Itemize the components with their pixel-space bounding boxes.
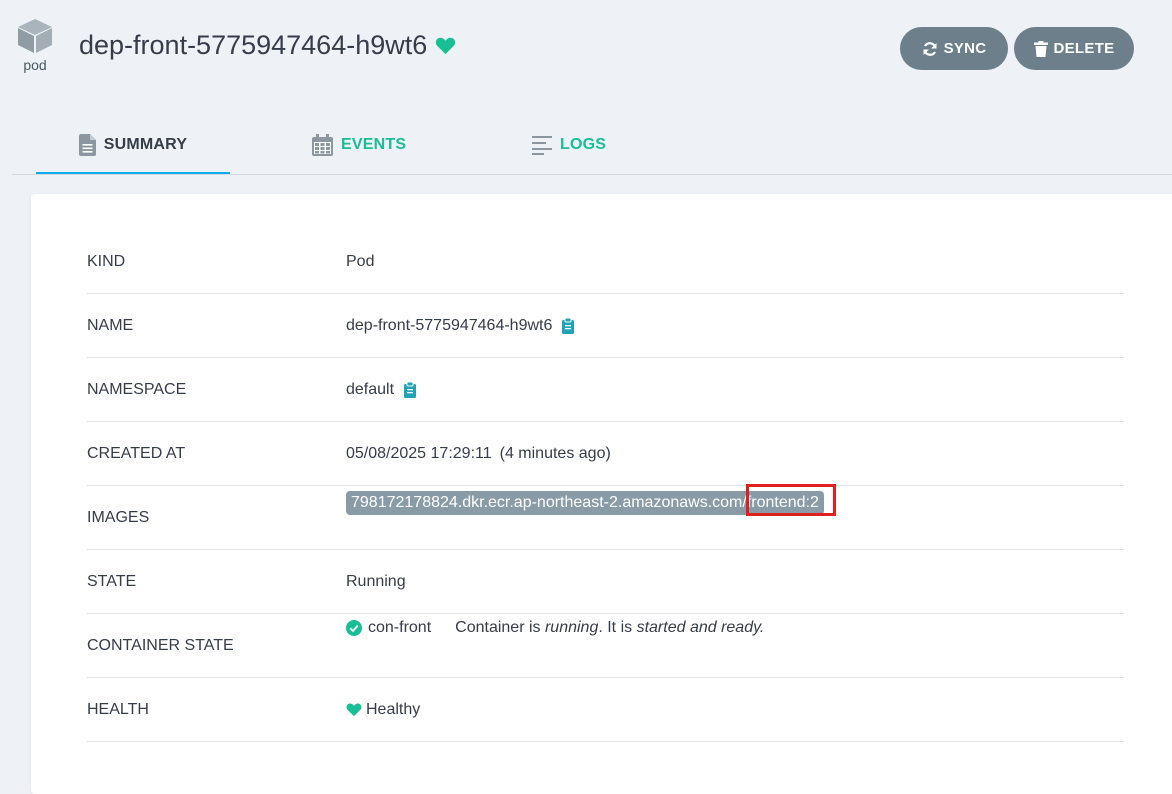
tab-logs[interactable]: LOGS (532, 118, 606, 172)
row-key: NAMESPACE (87, 380, 187, 398)
tab-events[interactable]: EVENTS (312, 118, 406, 172)
summary-panel: KIND Pod NAME dep-front-5775947464-h9wt6… (31, 194, 1172, 794)
sync-icon (923, 41, 937, 56)
sync-button[interactable]: SYNC (900, 27, 1008, 70)
message-prefix: Container is (455, 619, 541, 636)
container-message: Container is running. It is started and … (455, 619, 764, 637)
row-value: Running (346, 572, 406, 590)
created-relative: (4 minutes ago) (499, 444, 611, 462)
row-key: CONTAINER STATE (87, 636, 234, 654)
kind-icon: pod (16, 18, 54, 73)
row-value: default (346, 380, 395, 398)
tab-bar: SUMMARY EVENTS LOGS (12, 118, 1172, 175)
row-key: IMAGES (87, 508, 150, 526)
summary-row-state: STATE Running (87, 550, 1124, 614)
clipboard-icon[interactable] (562, 317, 575, 334)
summary-row-images: IMAGES 798172178824.dkr.ecr.ap-northeast… (87, 484, 1124, 550)
delete-label: DELETE (1053, 40, 1115, 57)
lines-icon (532, 136, 552, 155)
row-value: Pod (346, 252, 375, 270)
trash-icon (1033, 40, 1048, 57)
heart-icon (435, 36, 456, 55)
summary-row-kind: KIND Pod (87, 230, 1124, 294)
created-timestamp: 05/08/2025 17:29:11 (346, 444, 492, 462)
heart-icon (346, 703, 362, 717)
summary-row-namespace: NAMESPACE default (87, 358, 1124, 422)
summary-row-name: NAME dep-front-5775947464-h9wt6 (87, 294, 1124, 358)
clipboard-icon[interactable] (404, 381, 417, 398)
summary-row-container-state: CONTAINER STATE con-front Container is r… (87, 614, 1124, 678)
row-value: dep-front-5775947464-h9wt6 (346, 316, 553, 334)
calendar-icon (312, 134, 333, 156)
row-key: STATE (87, 572, 137, 590)
cube-icon (18, 19, 52, 53)
row-key: KIND (87, 252, 126, 270)
health-text: Healthy (366, 700, 421, 718)
delete-button[interactable]: DELETE (1014, 27, 1134, 70)
message-middle: . It is (598, 619, 633, 636)
message-ready: started and ready. (636, 619, 765, 636)
summary-row-health: HEALTH Healthy (87, 678, 1124, 742)
summary-row-created-at: CREATED AT 05/08/2025 17:29:11 (4 minute… (87, 422, 1124, 486)
document-icon (78, 134, 96, 156)
resource-name: dep-front-5775947464-h9wt6 (79, 30, 428, 60)
tab-events-label: EVENTS (341, 136, 407, 153)
check-circle-icon (346, 620, 362, 636)
tab-summary-label: SUMMARY (103, 136, 188, 153)
row-key: NAME (87, 316, 134, 334)
health-status: Healthy (346, 701, 420, 719)
image-tag-text: 798172178824.dkr.ecr.ap-northeast-2.amaz… (351, 494, 819, 511)
row-key: HEALTH (87, 700, 149, 718)
container-name: con-front (346, 619, 431, 637)
tab-summary[interactable]: SUMMARY (36, 118, 230, 174)
kind-label: pod (23, 57, 47, 73)
page-title: dep-front-5775947464-h9wt6 (79, 30, 456, 61)
tab-logs-label: LOGS (560, 136, 607, 153)
container-name-text: con-front (368, 619, 432, 636)
sync-label: SYNC (943, 40, 987, 57)
image-tag: 798172178824.dkr.ecr.ap-northeast-2.amaz… (346, 484, 836, 516)
message-running: running (544, 619, 599, 636)
row-key: CREATED AT (87, 444, 186, 462)
